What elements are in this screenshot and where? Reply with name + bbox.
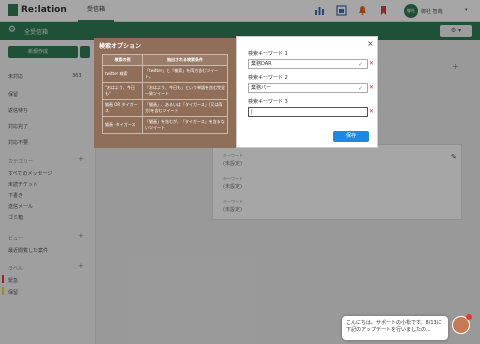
table-row: "おはよう、今日も" 「おはよう、今日も」という単語を含む完全一致ツイート (102, 82, 228, 100)
table-cell: 「猫画」を含むが、「タイガース」を含まないツイート (142, 116, 228, 134)
table-row: 猫画 OR タイガース 「猫画」、あるいは「タイガース」(又は両方)を含むツイー… (102, 99, 228, 117)
search-options-popover: 検索オプション 検索の例 抽出される検索条件 twitter 検索 「twitt… (94, 38, 236, 148)
close-icon[interactable]: × (367, 39, 374, 48)
keyword-2-label: 検索キーワード 2 (248, 75, 288, 81)
save-button[interactable]: 保存 (333, 131, 369, 142)
unread-badge (466, 314, 472, 320)
table-cell: 猫画 -タイガース (102, 116, 143, 134)
support-chat-bubble[interactable]: こんにちは。サポートの小松です。8/13に下記のアップデートを行いましたの... (342, 316, 448, 340)
table-row: 猫画 -タイガース 「猫画」を含むが、「タイガース」を含まないツイート (102, 116, 228, 134)
table-cell: 猫画 OR タイガース (102, 99, 143, 117)
keyword-3-field[interactable]: | (248, 107, 368, 117)
delete-keyword-3-icon[interactable]: ✕ (369, 108, 374, 115)
keyword-1-label: 検索キーワード 1 (248, 51, 288, 57)
table-cell: 「twitter」と「検索」を両方含むツイート。 (142, 65, 228, 83)
keyword-1-field[interactable]: 業務DAR ✓ (248, 59, 368, 69)
keyword-3-value: | (251, 109, 253, 115)
table-header: 検索の例 (102, 54, 143, 66)
search-options-table: 検索の例 抽出される検索条件 twitter 検索 「twitter」と「検索」… (102, 54, 228, 134)
table-cell: "おはよう、今日も" (102, 82, 143, 100)
keyword-2-value: 業務パー (251, 85, 272, 91)
delete-keyword-2-icon[interactable]: ✕ (369, 84, 374, 91)
table-cell: twitter 検索 (102, 65, 143, 83)
keyword-1-value: 業務DAR (251, 61, 272, 67)
table-cell: 「猫画」、あるいは「タイガース」(又は両方)を含むツイート (142, 99, 228, 117)
search-keyword-modal: × 検索キーワード 1 業務DAR ✓ ✕ 検索キーワード 2 業務パー ✓ ✕… (236, 36, 378, 148)
popover-title: 検索オプション (99, 43, 142, 50)
check-icon: ✓ (357, 85, 363, 92)
table-header: 抽出される検索条件 (142, 54, 228, 66)
table-row: twitter 検索 「twitter」と「検索」を両方含むツイート。 (102, 65, 228, 83)
check-icon: ✓ (357, 61, 363, 68)
delete-keyword-1-icon[interactable]: ✕ (369, 60, 374, 67)
keyword-3-label: 検索キーワード 3 (248, 99, 288, 105)
keyword-2-field[interactable]: 業務パー ✓ (248, 83, 368, 93)
table-cell: 「おはよう、今日も」という単語を含む完全一致ツイート (142, 82, 228, 100)
